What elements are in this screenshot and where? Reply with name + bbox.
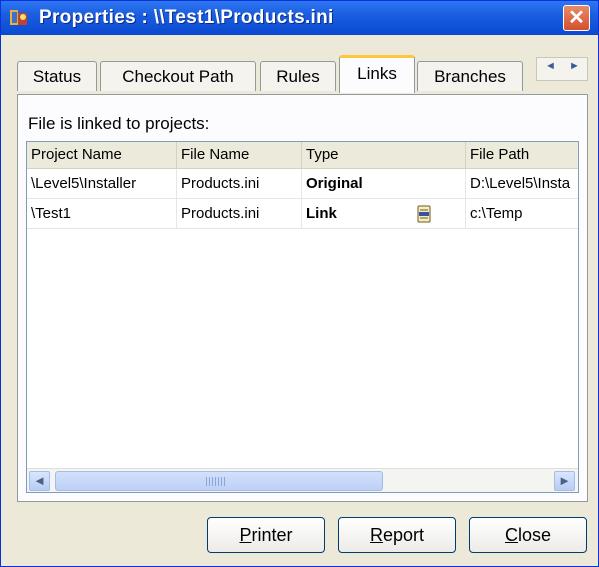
- close-label: lose: [517, 525, 552, 545]
- report-mnemonic: R: [369, 525, 383, 545]
- cell-file-name: Products.ini: [177, 169, 302, 198]
- list-header: Project Name File Name Type File Path: [27, 142, 578, 169]
- table-row[interactable]: \Test1 Products.ini Link c:\Temp: [27, 199, 578, 229]
- tab-links[interactable]: Links: [339, 55, 415, 93]
- column-header-file-path[interactable]: File Path: [466, 142, 578, 168]
- printer-mnemonic: P: [239, 525, 252, 545]
- cell-project-name: \Test1: [27, 199, 177, 228]
- horizontal-scrollbar[interactable]: ◄ ►: [27, 468, 578, 492]
- tab-status[interactable]: Status: [17, 61, 97, 91]
- close-button[interactable]: Close: [469, 517, 587, 553]
- cell-file-name: Products.ini: [177, 199, 302, 228]
- tab-checkout-path[interactable]: Checkout Path: [100, 61, 256, 91]
- column-header-project-name[interactable]: Project Name: [27, 142, 177, 168]
- report-button[interactable]: Report: [338, 517, 456, 553]
- column-header-file-name[interactable]: File Name: [177, 142, 302, 168]
- tab-scroll-buttons: ◄ ►: [536, 57, 588, 81]
- scrollbar-grip-icon: [206, 477, 226, 486]
- tab-scroll-right-icon[interactable]: ►: [569, 60, 580, 72]
- tab-branches[interactable]: Branches: [417, 61, 523, 91]
- scroll-right-button[interactable]: ►: [554, 471, 575, 491]
- window-title: Properties : \\Test1\Products.ini: [39, 7, 334, 28]
- title-bar[interactable]: Properties : \\Test1\Products.ini ✕: [1, 1, 598, 35]
- tab-rules[interactable]: Rules: [260, 61, 336, 91]
- scroll-left-button[interactable]: ◄: [29, 471, 50, 491]
- close-icon: ✕: [568, 7, 585, 29]
- cell-file-path: c:\Temp: [470, 205, 523, 222]
- report-label: eport: [382, 525, 425, 545]
- column-header-type[interactable]: Type: [302, 142, 466, 168]
- app-icon: [10, 10, 27, 25]
- linked-projects-list[interactable]: Project Name File Name Type File Path \L…: [26, 141, 579, 493]
- printer-button[interactable]: Printer: [207, 517, 325, 553]
- cell-project-name: \Level5\Installer: [27, 169, 177, 198]
- table-row[interactable]: \Level5\Installer Products.ini Original …: [27, 169, 578, 199]
- printer-label: rinter: [251, 525, 293, 545]
- close-mnemonic: C: [504, 525, 518, 545]
- links-tab-panel: File is linked to projects: Project Name…: [17, 94, 588, 502]
- linked-file-icon: [417, 205, 431, 223]
- linked-projects-label: File is linked to projects:: [28, 114, 210, 133]
- cell-file-path: D:\Level5\Insta: [470, 175, 571, 192]
- cell-type: Link: [302, 199, 466, 228]
- tab-scroll-left-icon[interactable]: ◄: [545, 60, 556, 72]
- close-window-button[interactable]: ✕: [563, 5, 590, 31]
- properties-dialog: Properties : \\Test1\Products.ini ✕ Stat…: [0, 0, 599, 567]
- scrollbar-thumb[interactable]: [55, 471, 383, 491]
- cell-type: Original: [302, 169, 466, 198]
